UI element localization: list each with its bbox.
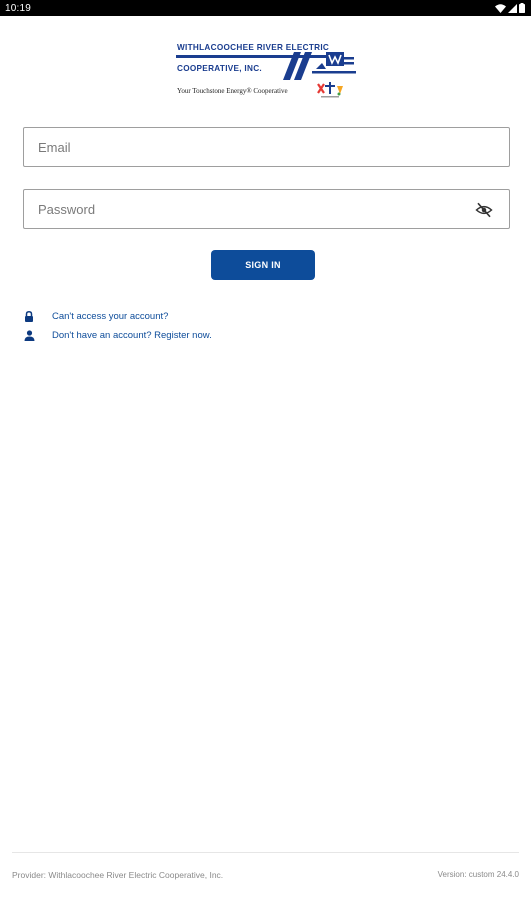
cooperative-logo: WITHLACOOCHEE RIVER ELECTRIC COOPERATIVE…	[176, 40, 358, 102]
person-icon	[23, 329, 35, 341]
logo-tagline: Your Touchstone Energy® Cooperative	[177, 87, 288, 95]
status-icons	[495, 3, 525, 13]
cant-access-account-link[interactable]: Can't access your account?	[52, 311, 168, 322]
footer-provider-text: Provider: Withlacoochee River Electric C…	[12, 870, 224, 880]
signal-icon	[508, 3, 517, 13]
email-field[interactable]	[23, 127, 510, 167]
register-now-link[interactable]: Don't have an account? Register now.	[52, 330, 212, 341]
battery-icon	[519, 3, 525, 13]
lock-icon	[23, 310, 35, 322]
password-input[interactable]	[24, 190, 509, 228]
register-account-row: Don't have an account? Register now.	[23, 328, 212, 342]
password-field[interactable]	[23, 189, 510, 229]
sign-in-button[interactable]: SIGN IN	[211, 250, 315, 280]
wifi-icon	[495, 3, 506, 13]
email-input[interactable]	[24, 128, 509, 166]
eye-off-icon[interactable]	[475, 201, 493, 219]
status-time: 10:19	[5, 2, 32, 14]
status-bar: 10:19	[0, 0, 531, 16]
cant-access-account-row: Can't access your account?	[23, 309, 168, 323]
logo-title-line2: COOPERATIVE, INC.	[177, 64, 263, 73]
footer-version-text: Version: custom 24.4.0	[437, 870, 519, 879]
touchstone-energy-icon	[317, 82, 343, 98]
footer-divider	[12, 852, 519, 853]
